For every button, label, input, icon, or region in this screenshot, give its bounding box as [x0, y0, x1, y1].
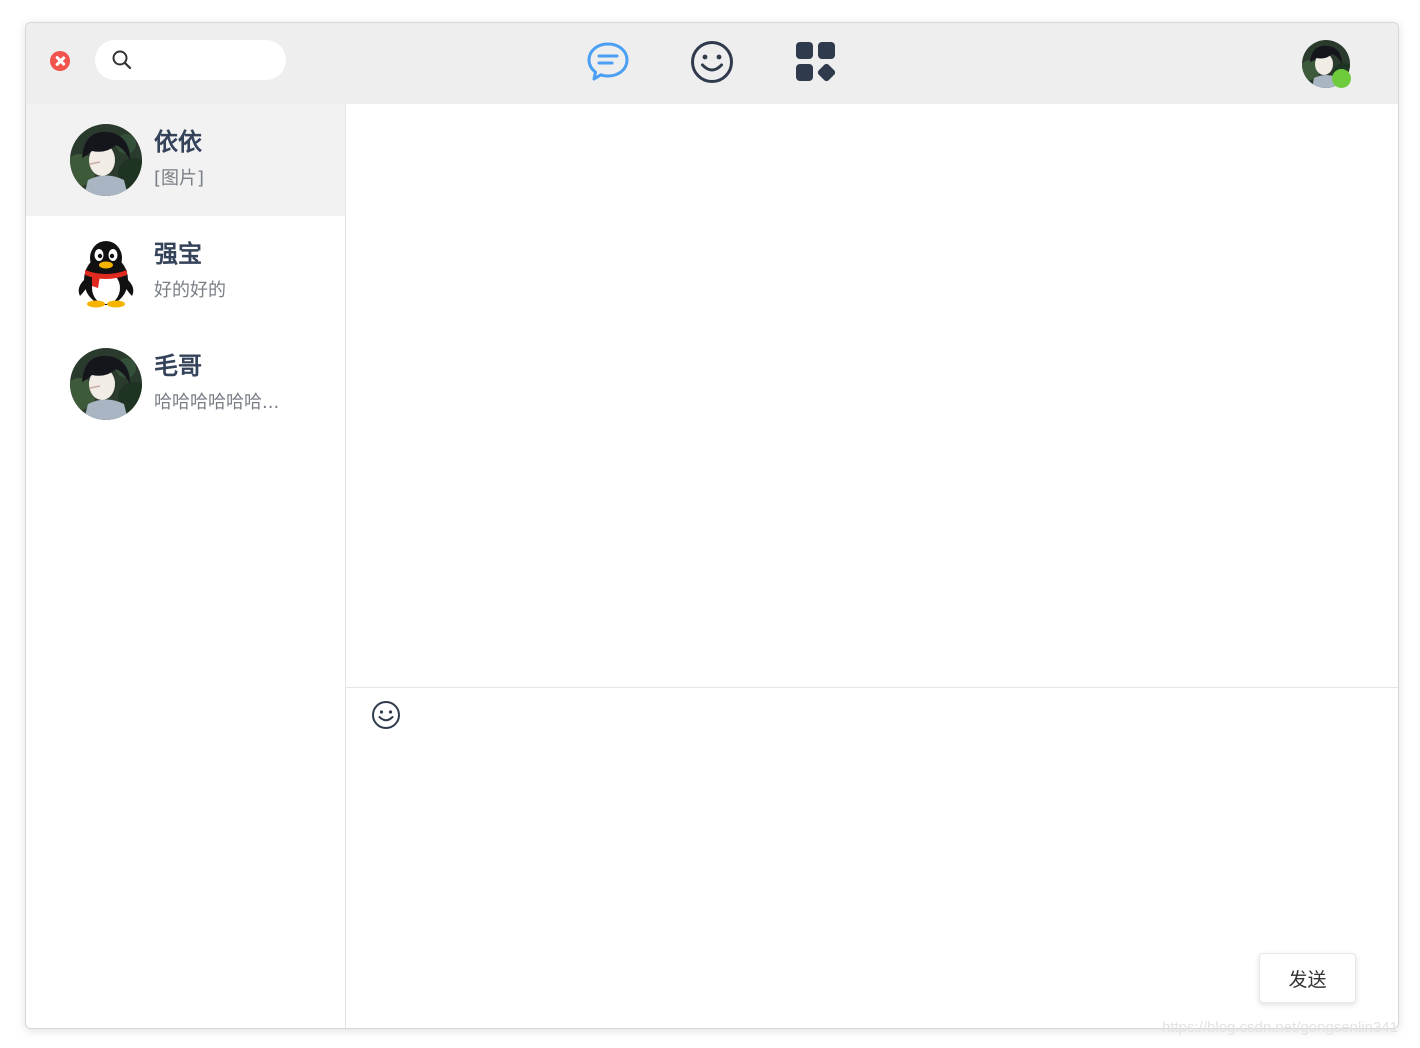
top-toolbar: [26, 23, 1398, 104]
contact-item[interactable]: 强宝 好的好的: [26, 216, 345, 328]
contact-preview: 好的好的: [154, 280, 226, 301]
contact-name: 毛哥: [154, 352, 202, 380]
contact-list: 依依 [图片] 强宝 好的好的 毛哥 哈哈哈哈哈哈...: [26, 104, 346, 1028]
qq-penguin-avatar: [78, 241, 134, 308]
contact-name: 依依: [154, 128, 202, 156]
watermark-text: https://blog.csdn.net/gongsenlin341: [1162, 1019, 1399, 1036]
emoji-picker-icon[interactable]: [371, 700, 401, 730]
online-status-dot: [1332, 69, 1351, 88]
message-composer: 发送: [346, 688, 1398, 1028]
smiley-icon[interactable]: [690, 40, 734, 84]
send-button[interactable]: 发送: [1259, 953, 1356, 1003]
contact-name: 强宝: [154, 240, 202, 268]
anime-boy-avatar: [70, 348, 142, 420]
search-input[interactable]: [139, 48, 278, 74]
search-icon: [112, 50, 132, 70]
chat-window: 依依 [图片] 强宝 好的好的 毛哥 哈哈哈哈哈哈... 发送: [25, 22, 1399, 1029]
message-history[interactable]: [346, 104, 1398, 687]
message-input[interactable]: [370, 742, 1374, 946]
apps-grid-icon[interactable]: [794, 40, 838, 84]
chat-bubble-icon[interactable]: [586, 41, 630, 83]
contact-item[interactable]: 毛哥 哈哈哈哈哈哈...: [26, 328, 345, 440]
contact-preview: [图片]: [154, 168, 205, 189]
contact-preview: 哈哈哈哈哈哈...: [154, 392, 280, 413]
contact-item[interactable]: 依依 [图片]: [26, 104, 345, 216]
anime-boy-avatar: [70, 124, 142, 196]
close-button[interactable]: [50, 51, 70, 71]
search-box[interactable]: [95, 40, 286, 80]
